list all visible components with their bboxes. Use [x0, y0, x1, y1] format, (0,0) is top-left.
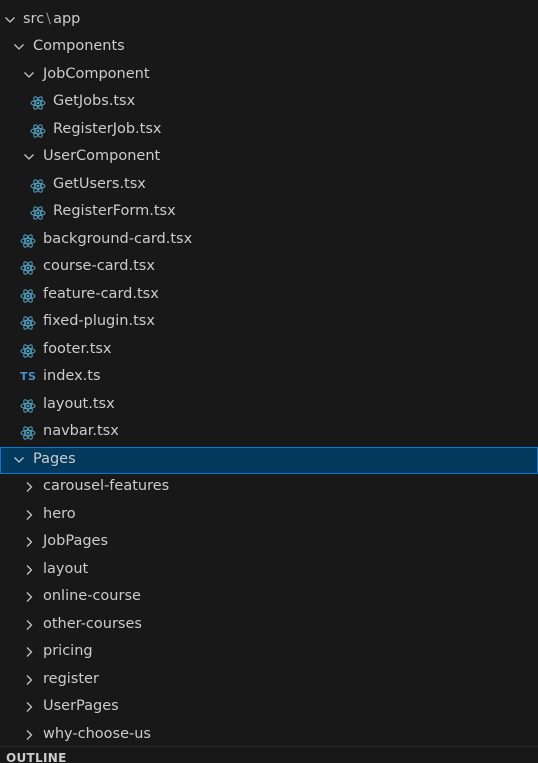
- tree-file[interactable]: TS index.ts: [0, 364, 538, 392]
- file-label: navbar.tsx: [43, 423, 119, 439]
- react-icon: [20, 425, 36, 441]
- folder-label: Pages: [33, 450, 76, 467]
- tree-folder-components[interactable]: Components: [0, 34, 538, 62]
- chevron-right-icon[interactable]: [23, 536, 35, 548]
- react-icon: [20, 343, 36, 359]
- chevron-down-icon[interactable]: [23, 69, 35, 81]
- folder-label: carousel-features: [43, 478, 170, 494]
- outline-section-header[interactable]: OUTLINE: [0, 747, 538, 763]
- tree-file[interactable]: footer.tsx: [0, 337, 538, 365]
- react-icon: [20, 398, 36, 414]
- folder-src-label: src: [23, 10, 45, 27]
- tree-folder-usercomponent[interactable]: UserComponent: [0, 144, 538, 172]
- file-tree: src \ app Components JobComponent GetJobs.…: [0, 7, 538, 747]
- tree-folder[interactable]: UserPages: [0, 694, 538, 722]
- tree-folder-jobcomponent[interactable]: JobComponent: [0, 62, 538, 90]
- folder-label: why-choose-us: [43, 725, 151, 742]
- react-icon: [20, 288, 36, 304]
- folder-label: online-course: [43, 588, 141, 604]
- chevron-right-icon[interactable]: [23, 619, 35, 631]
- tree-file[interactable]: RegisterForm.tsx: [0, 199, 538, 227]
- folder-label: layout: [43, 560, 89, 577]
- tree-folder[interactable]: other-courses: [0, 612, 538, 640]
- react-icon: [20, 315, 36, 331]
- file-label: GetJobs.tsx: [53, 93, 136, 109]
- tree-folder[interactable]: online-course: [0, 584, 538, 612]
- folder-label: Components: [33, 38, 125, 54]
- tree-file[interactable]: RegisterJob.tsx: [0, 117, 538, 145]
- tree-file[interactable]: GetJobs.tsx: [0, 89, 538, 117]
- file-label: footer.tsx: [43, 340, 112, 357]
- file-label: index.ts: [43, 368, 101, 384]
- folder-label: other-courses: [43, 615, 142, 632]
- path-separator: \: [46, 10, 52, 27]
- explorer-panel: · src\app Components JobComponent: [0, 0, 538, 746]
- chevron-right-icon[interactable]: [23, 701, 35, 713]
- file-label: feature-card.tsx: [43, 285, 159, 302]
- tree-folder-pages[interactable]: Pages: [0, 446, 538, 474]
- chevron-right-icon[interactable]: [23, 729, 35, 741]
- partial-row-text: ·: [22, 0, 27, 6]
- folder-label: pricing: [43, 643, 93, 659]
- tree-file[interactable]: fixed-plugin.tsx: [0, 309, 538, 337]
- tree-file[interactable]: navbar.tsx: [0, 419, 538, 447]
- tree-file[interactable]: course-card.tsx: [0, 254, 538, 282]
- tree-folder[interactable]: hero: [0, 502, 538, 530]
- chevron-down-icon[interactable]: [4, 14, 16, 26]
- folder-label: hero: [43, 505, 76, 522]
- tree-folder[interactable]: why-choose-us: [0, 722, 538, 747]
- tree-file[interactable]: GetUsers.tsx: [0, 172, 538, 200]
- chevron-down-icon[interactable]: [13, 41, 25, 53]
- tree-folder[interactable]: JobPages: [0, 529, 538, 557]
- file-label: RegisterJob.tsx: [53, 120, 162, 137]
- folder-label: register: [43, 670, 99, 687]
- chevron-down-icon[interactable]: [23, 151, 35, 163]
- file-label: course-card.tsx: [43, 258, 155, 274]
- chevron-right-icon[interactable]: [23, 591, 35, 603]
- react-icon: [30, 95, 46, 111]
- outline-title: OUTLINE: [6, 751, 67, 763]
- chevron-right-icon[interactable]: [23, 481, 35, 493]
- tree-folder[interactable]: carousel-features: [0, 474, 538, 502]
- react-icon: [20, 233, 36, 249]
- tree-folder[interactable]: layout: [0, 557, 538, 585]
- tree-folder[interactable]: pricing: [0, 639, 538, 667]
- tree-file[interactable]: background-card.tsx: [0, 227, 538, 255]
- file-label: fixed-plugin.tsx: [43, 313, 155, 329]
- folder-label: JobPages: [43, 533, 109, 549]
- react-icon: [20, 260, 36, 276]
- file-label: layout.tsx: [43, 395, 115, 412]
- tree-file[interactable]: layout.tsx: [0, 392, 538, 420]
- folder-label: JobComponent: [43, 65, 150, 82]
- react-icon: [30, 123, 46, 139]
- tree-row-src-app[interactable]: src \ app: [0, 7, 538, 35]
- file-label: GetUsers.tsx: [53, 175, 146, 192]
- chevron-right-icon[interactable]: [23, 564, 35, 576]
- folder-label: UserPages: [43, 698, 119, 714]
- chevron-right-icon[interactable]: [23, 646, 35, 658]
- folder-app-label: app: [53, 10, 81, 27]
- tree-row-label: src \ app: [23, 11, 80, 27]
- chevron-right-icon[interactable]: [23, 509, 35, 521]
- react-icon: [30, 178, 46, 194]
- file-label: background-card.tsx: [43, 230, 193, 247]
- ts-icon: TS: [20, 370, 37, 383]
- file-label: RegisterForm.tsx: [53, 203, 176, 219]
- chevron-right-icon[interactable]: [23, 674, 35, 686]
- folder-label: UserComponent: [43, 148, 161, 164]
- react-icon: [30, 205, 46, 221]
- tree-folder[interactable]: register: [0, 667, 538, 695]
- chevron-down-icon[interactable]: [13, 454, 25, 466]
- tree-file[interactable]: feature-card.tsx: [0, 282, 538, 310]
